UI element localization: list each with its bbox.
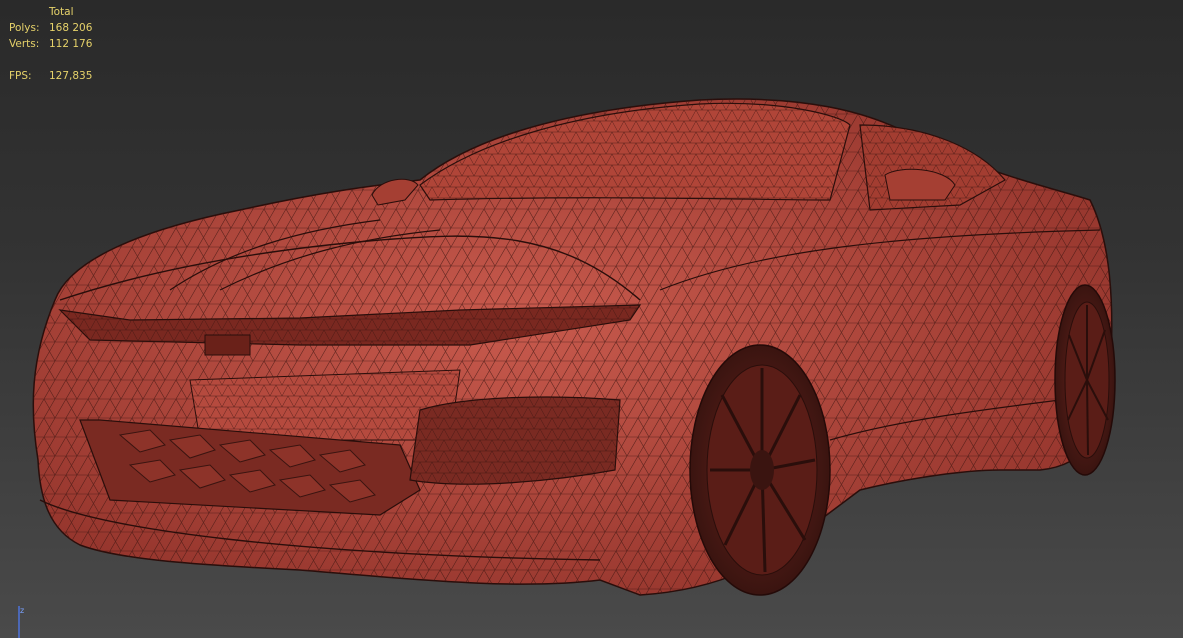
fps-value: 127,835 bbox=[49, 70, 93, 82]
stats-header: Total bbox=[49, 6, 74, 18]
rear-wheel bbox=[1054, 284, 1116, 476]
axis-z-label: z bbox=[20, 606, 25, 615]
fps-label: FPS: bbox=[9, 70, 32, 82]
car-wireframe-model[interactable] bbox=[0, 0, 1183, 638]
polys-value: 168 206 bbox=[49, 22, 93, 34]
viewport-3d[interactable]: Total Polys: 168 206 Verts: 112 176 FPS: 12… bbox=[0, 0, 1183, 638]
verts-value: 112 176 bbox=[49, 38, 93, 50]
polys-label: Polys: bbox=[9, 22, 40, 34]
front-wheel bbox=[689, 344, 831, 596]
viewport-statistics: Total Polys: 168 206 Verts: 112 176 FPS: 12… bbox=[9, 4, 92, 84]
verts-label: Verts: bbox=[9, 38, 40, 50]
emblem bbox=[204, 334, 251, 356]
